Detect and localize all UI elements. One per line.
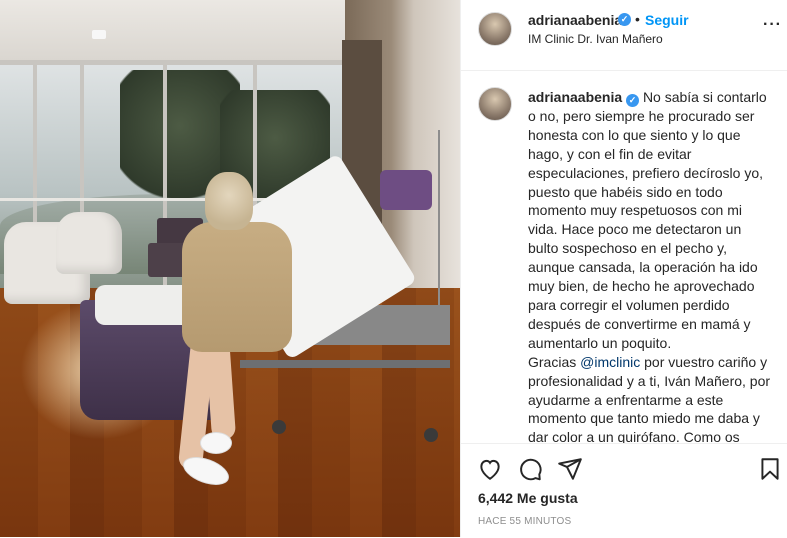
post-photo[interactable] [0,0,460,537]
share-icon[interactable] [557,456,583,482]
ceiling-light [92,30,106,39]
caption-avatar[interactable] [478,87,512,121]
window-frame [0,60,345,65]
comment-icon[interactable] [517,456,543,482]
verified-badge-icon: ✓ [626,94,640,107]
heart-icon[interactable] [477,456,503,482]
bookmark-icon[interactable] [757,456,783,482]
timestamp[interactable]: HACE 55 MINUTOS [478,516,571,527]
armchair [56,212,122,274]
verified-badge-icon: ✓ [618,13,631,26]
more-options-icon[interactable]: ··· [763,16,782,34]
blonde-hair [205,172,253,230]
mention-link[interactable]: @imclinic [580,354,640,370]
purple-chair [380,170,432,210]
iv-stand [438,130,440,330]
comments-area[interactable]: adrianaabenia ✓ No sabía si contarlo o n… [461,71,787,443]
likes-count[interactable]: 6,442 Me gusta [478,490,578,506]
action-bar: 6,442 Me gusta HACE 55 MINUTOS [461,443,787,538]
post-header: adrianaabenia ✓ • Seguir IM Clinic Dr. I… [461,0,787,71]
caption-text: adrianaabenia ✓ No sabía si contarlo o n… [528,88,772,443]
separator-dot: • [635,11,640,27]
instagram-post-view: adrianaabenia ✓ • Seguir IM Clinic Dr. I… [0,0,787,537]
bed-frame [240,360,450,368]
follow-button[interactable]: Seguir [645,12,689,28]
location-link[interactable]: IM Clinic Dr. Ivan Mañero [528,32,663,46]
caption-username[interactable]: adrianaabenia [528,89,622,105]
woman-in-robe [182,222,292,352]
bed-wheel [424,428,438,442]
slipper [200,432,232,454]
post-sidebar: adrianaabenia ✓ • Seguir IM Clinic Dr. I… [460,0,787,537]
avatar[interactable] [478,12,512,46]
bed-wheel [272,420,286,434]
header-username[interactable]: adrianaabenia [528,12,622,28]
caption-body: No sabía si contarlo o no, pero siempre … [528,89,767,351]
caption-thanks: Gracias [528,353,577,370]
